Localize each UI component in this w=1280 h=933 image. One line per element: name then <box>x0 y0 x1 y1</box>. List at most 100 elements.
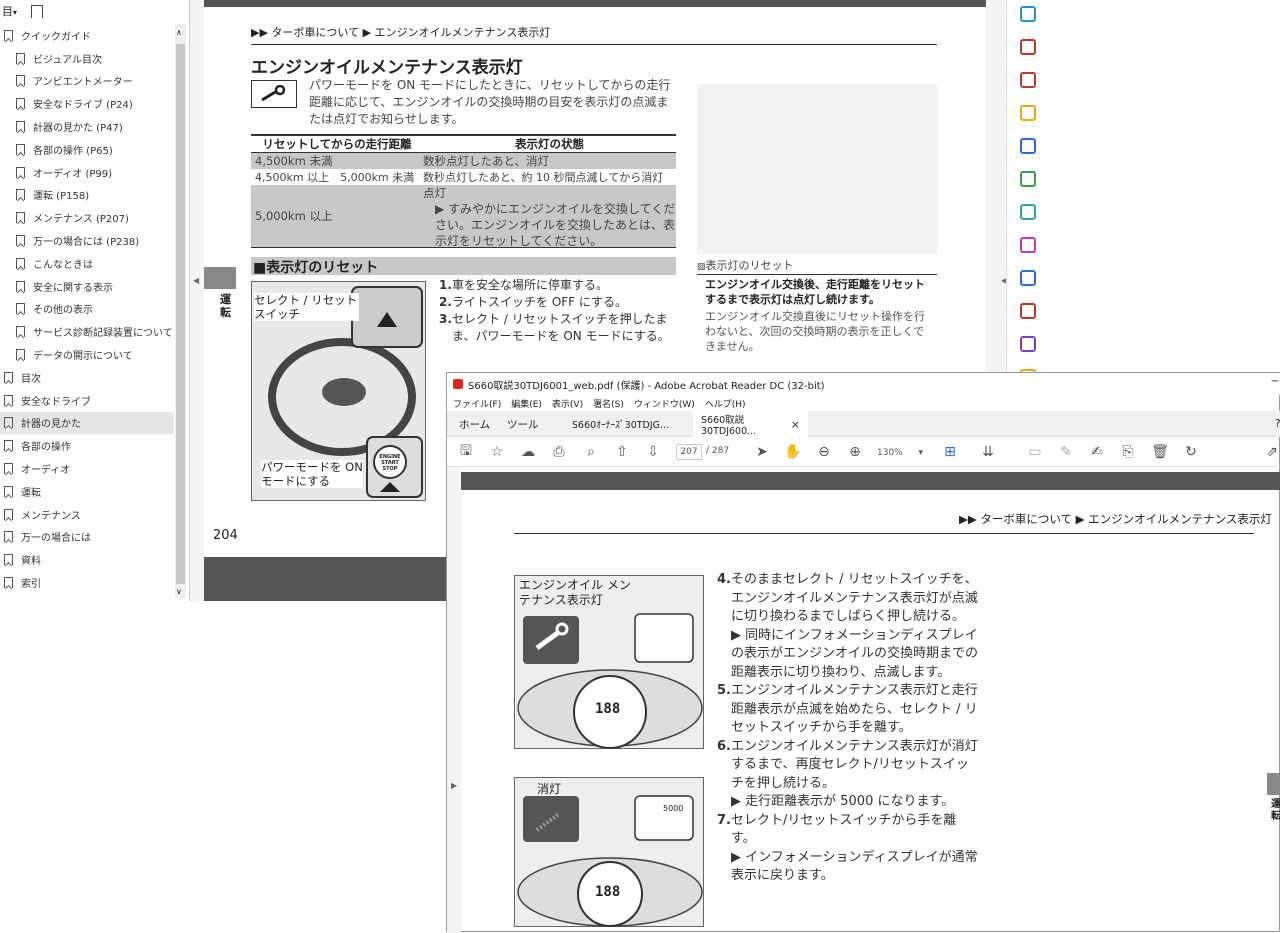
stamp-icon[interactable]: ⎘ <box>1118 442 1138 462</box>
page-number-input[interactable]: 207 <box>676 444 702 460</box>
menu-item[interactable]: 表示(V) <box>552 397 583 410</box>
bookmark-icon <box>4 508 13 520</box>
create-pdf-icon[interactable] <box>1020 6 1036 22</box>
bookmark-item[interactable]: 計器の見かた (P47) <box>0 115 174 138</box>
bookmark-item[interactable]: 万一の場合には (P238) <box>0 229 174 252</box>
menu-item[interactable]: ファイル(F) <box>453 397 501 410</box>
menu-item[interactable]: ウィンドウ(W) <box>634 397 695 410</box>
step-item: 5. エンジンオイルメンテナンス表示灯と走行距離表示が点滅を始めたら、セレクト /… <box>717 683 978 735</box>
wrench-icon <box>251 80 297 108</box>
tab-home[interactable]: ホーム <box>451 411 498 437</box>
protect-icon[interactable] <box>1020 270 1036 286</box>
bookmark-label: データの開示について <box>33 351 133 363</box>
request-signature-icon[interactable] <box>1020 336 1036 352</box>
left-gutter-2: ▶ <box>447 467 461 933</box>
bookmark-icon <box>16 121 25 133</box>
tab-tools[interactable]: ツール <box>499 411 547 437</box>
fill-sign-icon[interactable] <box>1020 237 1036 253</box>
comment-icon[interactable]: ▭ <box>1025 442 1045 462</box>
save-icon[interactable]: 🖫 <box>456 442 476 462</box>
search-icon[interactable]: ⌕ <box>581 442 601 462</box>
options-menu-button[interactable]: 目▾ <box>2 3 17 19</box>
bookmark-icon <box>16 212 25 224</box>
organize-pages-icon[interactable] <box>1020 39 1036 55</box>
delete-icon[interactable]: 🗑 <box>1150 442 1170 462</box>
tab-document-1[interactable]: S660ｵｰﾅｰｽﾞ30TDJG... <box>564 411 677 437</box>
step-item: 4. そのままセレクト / リセットスイッチを、エンジンオイルメンテナンス表示灯が… <box>717 572 979 680</box>
bookmark-icon <box>16 303 25 315</box>
export-pdf-icon[interactable] <box>1020 72 1036 88</box>
page-down-icon[interactable]: ⇩ <box>643 442 663 462</box>
bookmark-item[interactable]: その他の表示 <box>0 298 174 321</box>
bookmark-label: 安全なドライブ <box>21 396 91 408</box>
bookmark-item[interactable]: サービス診断記録装置について <box>0 320 174 343</box>
bookmark-item[interactable]: 運転 (P158) <box>0 184 174 207</box>
scroll-up-icon[interactable]: ∧ <box>176 28 182 37</box>
bookmark-item[interactable]: オーディオ (P99) <box>0 161 174 184</box>
bookmark-item[interactable]: 運転 <box>0 480 174 503</box>
hand-tool-icon[interactable]: ✋ <box>783 442 803 462</box>
menu-item[interactable]: 署名(S) <box>593 397 624 410</box>
side-note-shade <box>697 84 937 254</box>
redact-icon[interactable] <box>1020 303 1036 319</box>
figure-label: 消灯 <box>537 782 562 796</box>
bookmark-item[interactable]: 各部の操作 (P65) <box>0 138 174 161</box>
bookmarks-panel: 目▾ クイックガイド∧ビジュアル目次アンビエントメーター安全なドライブ (P24… <box>0 0 190 601</box>
comment-icon[interactable] <box>1020 105 1036 121</box>
scroll-down-icon[interactable]: ∨ <box>176 587 182 596</box>
bookmark-icon <box>16 257 25 269</box>
bookmark-item[interactable]: 各部の操作 <box>0 434 174 457</box>
select-cursor-icon[interactable]: ➤ <box>752 442 772 462</box>
engine-button-label: ENGINE START STOP <box>379 454 401 472</box>
compress-pdf-icon[interactable] <box>1020 171 1036 187</box>
zoom-out-icon[interactable]: ⊖ <box>814 442 834 462</box>
highlight-icon[interactable]: ✎ <box>1056 442 1076 462</box>
figure-label: パワーモードを ON モードにする <box>261 460 363 488</box>
bookmark-star-icon[interactable]: ☆ <box>487 442 507 462</box>
zoom-in-icon[interactable]: ⊕ <box>845 442 865 462</box>
bookmark-item[interactable]: こんなときは <box>0 252 174 275</box>
scroll-mode-icon[interactable]: ⇊ <box>978 442 998 462</box>
bookmark-search-icon[interactable] <box>31 4 44 18</box>
bookmark-item[interactable]: 資料 <box>0 548 174 571</box>
bookmark-item[interactable]: 安全なドライブ (P24) <box>0 92 174 115</box>
bookmark-scrollbar[interactable]: ∧ ∨ <box>175 24 186 598</box>
page-title: エンジンオイルメンテナンス表示灯 <box>251 58 523 78</box>
help-icon[interactable]: ? <box>1267 411 1280 437</box>
bookmark-item[interactable]: 目次 <box>0 366 174 389</box>
bookmark-icon <box>16 349 25 361</box>
bookmark-item[interactable]: メンテナンス (P207) <box>0 206 174 229</box>
expand-panel-icon[interactable]: ▶ <box>451 781 457 790</box>
bookmark-item[interactable]: ビジュアル目次 <box>0 47 174 70</box>
status-table: リセットしてからの走行距離 表示灯の状態 4,500km 未満 数秒点灯したあと、… <box>251 134 676 248</box>
bookmark-label: 万一の場合には (P238) <box>33 237 140 249</box>
bookmark-item[interactable]: アンビエントメーター <box>0 70 174 93</box>
bookmark-item[interactable]: オーディオ <box>0 457 174 480</box>
rotate-icon[interactable]: ↻ <box>1181 442 1201 462</box>
combine-files-icon[interactable] <box>1020 138 1036 154</box>
share-icon[interactable]: ⇗ <box>1262 442 1280 462</box>
bookmark-item[interactable]: メンテナンス <box>0 503 174 526</box>
collapse-left-icon[interactable]: ◀ <box>193 276 199 285</box>
bookmark-item[interactable]: 安全に関する表示 <box>0 275 174 298</box>
bookmark-item[interactable]: クイックガイド∧ <box>0 24 174 47</box>
bookmark-item[interactable]: 万一の場合には <box>0 526 174 549</box>
bookmark-item[interactable]: 計器の見かた <box>0 411 174 435</box>
cloud-upload-icon[interactable]: ☁ <box>518 442 538 462</box>
zoom-select[interactable]: 130% ▾ <box>877 445 923 461</box>
print-icon[interactable]: ⎙ <box>549 442 569 462</box>
menu-item[interactable]: ヘルプ(H) <box>705 397 746 410</box>
sign-icon[interactable]: ✍ <box>1087 442 1107 462</box>
bookmark-item[interactable]: 索引 <box>0 571 174 594</box>
edit-pdf-icon[interactable] <box>1020 204 1036 220</box>
fit-page-icon[interactable]: ⊞ <box>940 442 960 462</box>
page-up-icon[interactable]: ⇧ <box>612 442 632 462</box>
bookmark-item[interactable]: 安全なドライブ <box>0 389 174 412</box>
tab-document-2[interactable]: S660取説30TDJ600... × <box>693 411 808 437</box>
bookmark-icon <box>4 29 13 41</box>
bookmark-item[interactable]: データの開示について <box>0 343 174 366</box>
menu-item[interactable]: 編集(E) <box>511 397 542 410</box>
close-tab-icon[interactable]: × <box>791 418 800 431</box>
step-item: 2. ライトスイッチを OFF にする。 <box>439 295 627 309</box>
minimize-button[interactable]: − <box>1271 376 1279 387</box>
